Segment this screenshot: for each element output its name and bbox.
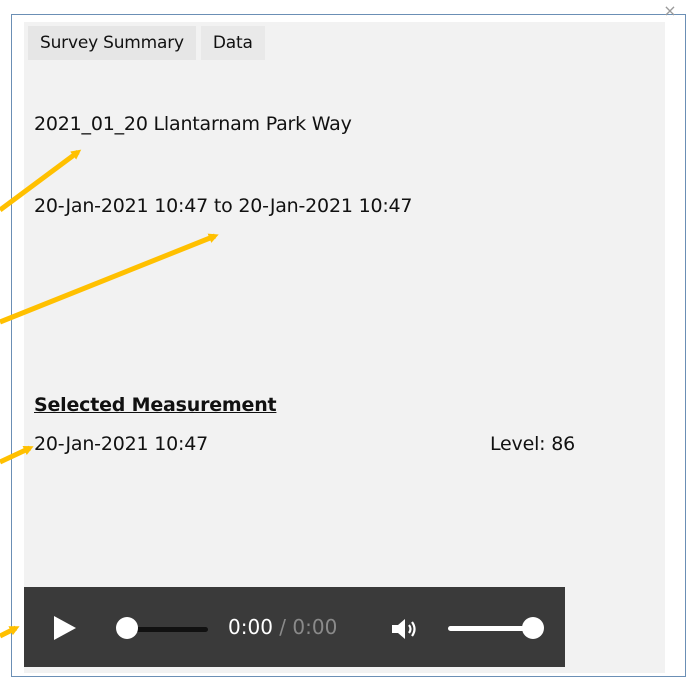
volume-slider[interactable] xyxy=(444,617,544,641)
audio-player: 0:00 / 0:00 xyxy=(24,587,565,667)
seek-slider[interactable] xyxy=(116,617,208,641)
volume-track xyxy=(448,626,532,631)
tab-data[interactable]: Data xyxy=(200,26,265,60)
volume-icon[interactable] xyxy=(390,617,420,641)
close-icon[interactable]: × xyxy=(661,3,679,19)
duration: 0:00 xyxy=(292,615,338,639)
tab-bar: Survey Summary Data xyxy=(28,26,265,60)
screenshot-stage: × Survey Summary Data 2021_01_20 Llantar… xyxy=(0,0,691,682)
play-icon[interactable] xyxy=(52,615,80,641)
seek-thumb[interactable] xyxy=(116,617,138,639)
volume-thumb[interactable] xyxy=(522,617,544,639)
time-separator: / xyxy=(279,615,287,639)
selected-measurement-datetime: 20-Jan-2021 10:47 xyxy=(34,433,208,455)
tab-survey-summary[interactable]: Survey Summary xyxy=(28,26,196,60)
survey-date-range: 20-Jan-2021 10:47 to 20-Jan-2021 10:47 xyxy=(34,195,413,217)
time-display: 0:00 / 0:00 xyxy=(228,615,337,639)
selected-measurement-level: Level: 86 xyxy=(490,433,575,455)
selected-measurement-heading: Selected Measurement xyxy=(34,394,277,416)
current-time: 0:00 xyxy=(228,615,273,639)
survey-name: 2021_01_20 Llantarnam Park Way xyxy=(34,113,352,135)
